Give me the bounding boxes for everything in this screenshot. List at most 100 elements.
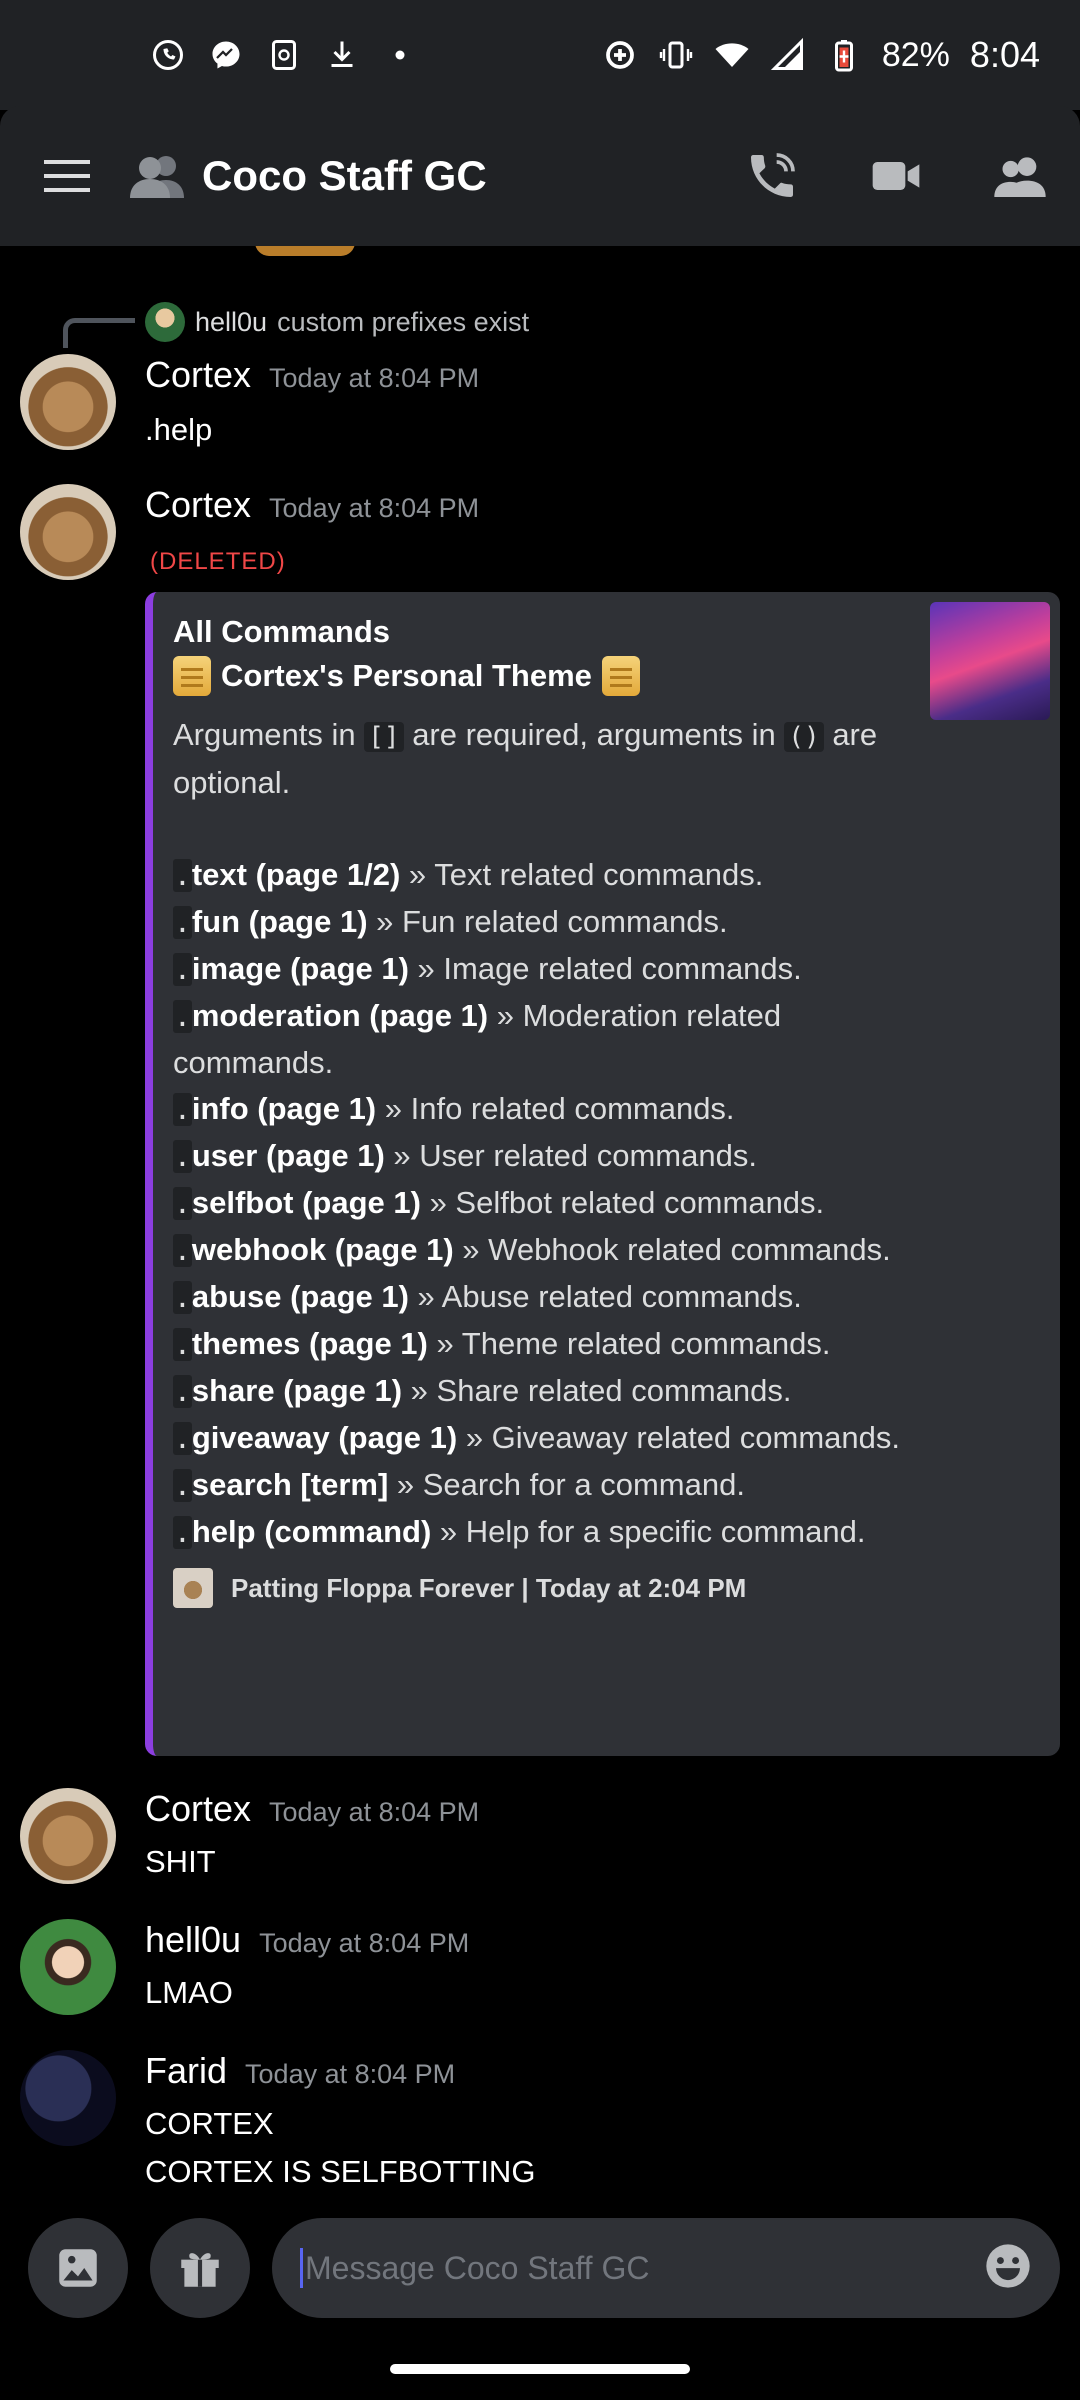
embed-title: Cortex's Personal Theme	[173, 656, 1038, 696]
command-line: .image (page 1) » Image related commands…	[173, 951, 802, 986]
desc-text: Arguments in	[173, 717, 365, 752]
message-text: CORTEX	[145, 2106, 274, 2141]
reply-connector	[63, 318, 135, 348]
command-line: .share (page 1) » Share related commands…	[173, 1373, 792, 1408]
embed-footer: Patting Floppa Forever | Today at 2:04 P…	[173, 1568, 1038, 1608]
command-line: .themes (page 1) » Theme related command…	[173, 1326, 831, 1361]
command-desc: » Help for a specific command.	[431, 1514, 866, 1549]
data-saver-icon	[602, 37, 638, 73]
desc-text: are required, arguments in	[403, 717, 785, 752]
username[interactable]: hell0u	[145, 1919, 241, 1961]
command-line: .user (page 1) » User related commands.	[173, 1138, 757, 1173]
group-dm-icon	[130, 147, 188, 205]
command-line: .search [term] » Search for a command.	[173, 1467, 745, 1502]
avatar[interactable]	[20, 1788, 116, 1884]
username[interactable]: Cortex	[145, 354, 251, 396]
clock: 8:04	[969, 34, 1040, 75]
gift-button[interactable]	[150, 2218, 250, 2318]
members-icon[interactable]	[990, 146, 1050, 206]
command-name: moderation (page 1)	[191, 998, 489, 1033]
command-line: .webhook (page 1) » Webhook related comm…	[173, 1232, 891, 1267]
command-line: .moderation (page 1) » Moderation relate…	[173, 998, 782, 1080]
username[interactable]: Cortex	[145, 484, 251, 526]
command-line: .info (page 1) » Info related commands.	[173, 1091, 735, 1126]
command-desc: » Text related commands.	[400, 857, 764, 892]
battery-percent: 82%	[881, 35, 950, 74]
inline-code: []	[364, 722, 404, 752]
vibrate-icon	[658, 37, 694, 73]
command-list: .text (page 1/2) » Text related commands…	[173, 852, 933, 1556]
message-text: CORTEX IS SELFBOTTING	[145, 2154, 536, 2189]
message-text: .help	[145, 412, 213, 447]
command-name: image (page 1)	[191, 951, 409, 986]
footer-icon	[173, 1568, 213, 1608]
wifi-icon	[714, 37, 750, 73]
embed-author: All Commands	[173, 614, 391, 649]
avatar[interactable]	[20, 1919, 116, 2015]
timestamp: Today at 8:04 PM	[269, 363, 480, 393]
command-name: themes (page 1)	[191, 1326, 428, 1361]
status-bar: 82% 8:04	[0, 0, 1080, 110]
message-input[interactable]: Message Coco Staff GC	[272, 2218, 1060, 2318]
command-line: .help (command) » Help for a specific co…	[173, 1514, 866, 1549]
avatar[interactable]	[20, 484, 116, 580]
sync-icon	[266, 37, 302, 73]
reply-reference[interactable]: hell0u custom prefixes exist	[145, 302, 529, 342]
whatsapp-icon	[150, 37, 186, 73]
username[interactable]: Farid	[145, 2050, 227, 2092]
command-name: info (page 1)	[191, 1091, 377, 1126]
message-text: SHIT	[145, 1844, 216, 1879]
command-name: help (command)	[191, 1514, 432, 1549]
message-list[interactable]: hell0u custom prefixes exist Cortex Toda…	[0, 246, 1080, 2196]
deleted-tag: (DELETED)	[150, 548, 286, 575]
command-desc: » Info related commands.	[376, 1091, 735, 1126]
command-name: user (page 1)	[191, 1138, 385, 1173]
command-desc: » User related commands.	[384, 1138, 757, 1173]
command-desc: » Search for a command.	[388, 1467, 745, 1502]
embed-description: Arguments in [] are required, arguments …	[173, 712, 913, 806]
message-input-placeholder: Message Coco Staff GC	[305, 2249, 650, 2286]
home-indicator[interactable]	[390, 2364, 690, 2374]
command-desc: » Selfbot related commands.	[420, 1185, 825, 1220]
embed-title-text: Cortex's Personal Theme	[221, 658, 592, 693]
command-line: .text (page 1/2) » Text related commands…	[173, 857, 764, 892]
command-name: text (page 1/2)	[191, 857, 401, 892]
timestamp: Today at 8:04 PM	[269, 493, 480, 523]
command-desc: » Fun related commands.	[367, 904, 728, 939]
dot-icon	[382, 37, 418, 73]
download-icon	[324, 37, 360, 73]
command-name: giveaway (page 1)	[191, 1420, 458, 1455]
timestamp: Today at 8:04 PM	[269, 1797, 480, 1827]
emoji-icon[interactable]	[982, 2240, 1034, 2297]
footer-text: Patting Floppa Forever | Today at 2:04 P…	[231, 1572, 747, 1603]
command-line: .giveaway (page 1) » Giveaway related co…	[173, 1420, 901, 1455]
command-name: webhook (page 1)	[191, 1232, 454, 1267]
image-icon	[59, 2249, 97, 2287]
command-desc: » Image related commands.	[408, 951, 802, 986]
command-desc: » Abuse related commands.	[408, 1279, 802, 1314]
timestamp: Today at 8:04 PM	[245, 2059, 456, 2089]
menu-icon[interactable]	[40, 148, 96, 204]
video-icon[interactable]	[866, 146, 926, 206]
reply-text: custom prefixes exist	[277, 306, 530, 337]
inline-code: ()	[784, 722, 824, 752]
reply-username: hell0u	[195, 306, 268, 337]
battery-icon	[826, 37, 862, 73]
avatar[interactable]	[20, 354, 116, 450]
command-name: abuse (page 1)	[191, 1279, 409, 1314]
command-line: .selfbot (page 1) » Selfbot related comm…	[173, 1185, 825, 1220]
call-icon[interactable]	[742, 146, 802, 206]
embed-thumbnail[interactable]	[930, 602, 1050, 720]
scroll-emoji-icon	[173, 656, 211, 696]
composer: Message Coco Staff GC	[0, 2196, 1080, 2340]
timestamp: Today at 8:04 PM	[259, 1928, 470, 1958]
channel-title: Coco Staff GC	[202, 152, 487, 199]
scroll-emoji-icon	[601, 656, 640, 696]
previous-avatar-edge	[255, 246, 355, 256]
command-line: .abuse (page 1) » Abuse related commands…	[173, 1279, 802, 1314]
image-upload-button[interactable]	[28, 2218, 128, 2318]
command-line: .fun (page 1) » Fun related commands.	[173, 904, 728, 939]
avatar[interactable]	[20, 2050, 116, 2146]
username[interactable]: Cortex	[145, 1788, 251, 1830]
gift-icon	[181, 2253, 219, 2287]
